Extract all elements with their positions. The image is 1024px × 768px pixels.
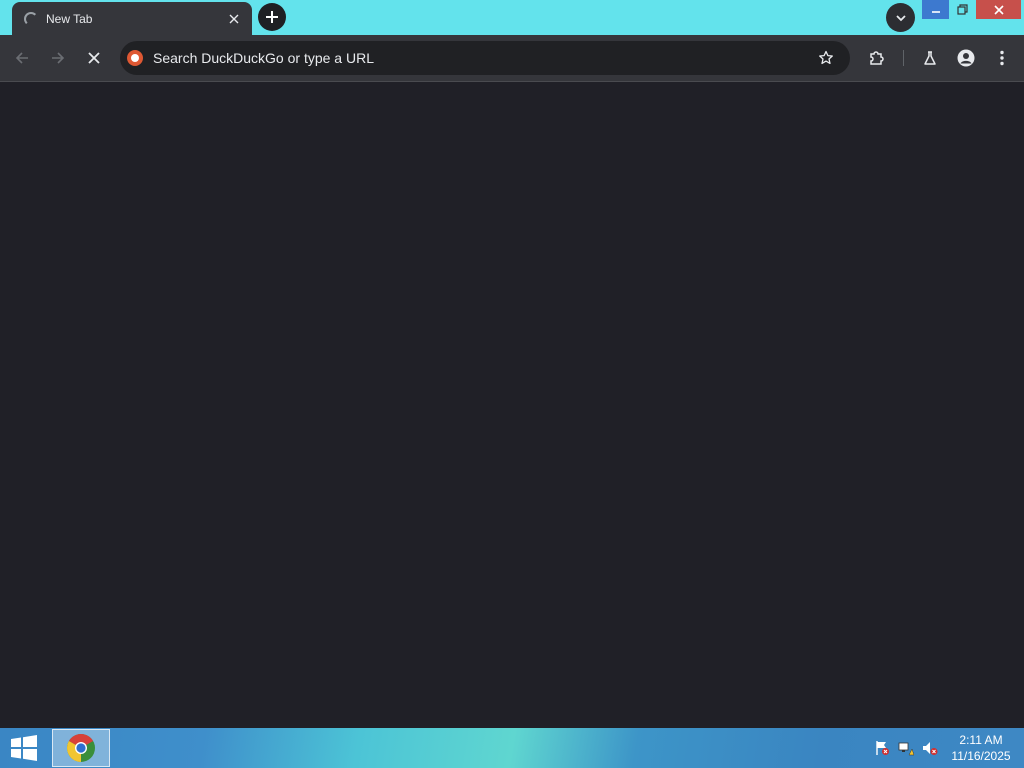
new-tab-button[interactable] [258,3,286,31]
tab-title: New Tab [46,11,93,26]
stop-loading-button[interactable] [80,44,108,72]
star-icon [819,50,833,65]
close-icon [993,4,1004,15]
chrome-icon [67,734,95,762]
puzzle-icon [870,51,884,65]
minimize-button[interactable] [922,0,949,19]
profile-button[interactable] [952,44,980,72]
restore-button[interactable] [949,0,975,19]
minimize-icon [931,10,940,13]
volume-muted-icon[interactable] [922,740,938,756]
labs-button[interactable] [916,44,944,72]
tab-new-tab[interactable]: New Tab [12,2,252,35]
loading-spinner-icon [24,11,38,26]
arrow-left-icon [15,52,28,64]
restore-icon [956,4,968,15]
close-icon [229,14,239,23]
clock-time: 2:11 AM [959,733,1003,747]
arrow-right-icon [52,52,65,64]
taskbar-chrome-button[interactable] [52,729,110,767]
windows-logo-icon [11,735,37,761]
plus-icon [266,11,278,23]
forward-button[interactable] [44,44,72,72]
address-bar[interactable]: Search DuckDuckGo or type a URL [120,41,850,75]
close-icon [88,52,100,64]
chevron-down-icon [895,14,906,21]
action-center-flag-icon[interactable] [874,740,890,756]
tab-strip: New Tab [0,0,1024,35]
back-button[interactable] [8,44,36,72]
network-icon[interactable] [898,740,914,756]
page-content [0,82,1024,728]
extensions-button[interactable] [863,44,891,72]
kebab-menu-icon [1000,50,1004,66]
tab-search-button[interactable] [886,3,915,32]
browser-toolbar: Search DuckDuckGo or type a URL [0,35,1024,82]
close-window-button[interactable] [976,0,1021,19]
flask-icon [924,51,936,65]
start-button[interactable] [4,732,44,764]
tab-close-button[interactable] [224,9,244,29]
duckduckgo-icon [127,50,143,66]
taskbar-clock[interactable]: 2:11 AM 11/16/2025 [946,732,1016,764]
taskbar: 2:11 AM 11/16/2025 [0,728,1024,768]
toolbar-divider [903,50,904,66]
bookmark-button[interactable] [812,44,840,72]
person-icon [957,49,975,67]
address-bar-placeholder[interactable]: Search DuckDuckGo or type a URL [153,50,812,66]
menu-button[interactable] [988,44,1016,72]
clock-date: 11/16/2025 [951,749,1011,763]
